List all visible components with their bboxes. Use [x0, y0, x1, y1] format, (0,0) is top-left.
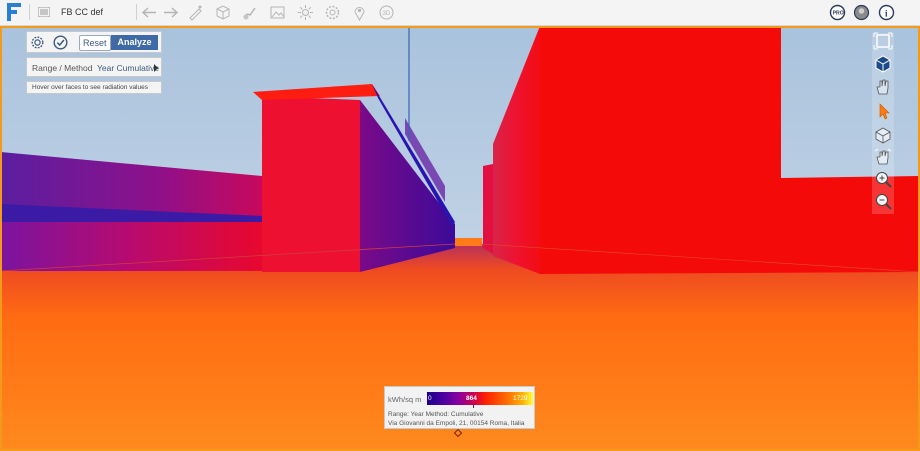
- range-method-selector[interactable]: Range / Method Year Cumulative: [26, 57, 162, 77]
- 3d-icon[interactable]: 3D: [378, 4, 395, 21]
- legend-address: Via Giovanni da Empoli, 21, 00154 Roma, …: [388, 420, 525, 427]
- zoom-out-icon[interactable]: [872, 192, 894, 212]
- paint-icon[interactable]: [241, 4, 258, 21]
- analyze-button[interactable]: Analyze: [111, 35, 158, 50]
- grab-hand-icon[interactable]: [872, 147, 894, 167]
- pro-label: PRO: [833, 11, 844, 17]
- sun-icon[interactable]: [297, 4, 314, 21]
- frame-icon[interactable]: [872, 31, 894, 51]
- legend-max-value: 1729: [513, 395, 528, 402]
- top-toolbar: FB CC def 3D PRO i: [0, 0, 920, 26]
- legend-mid-value: 864: [466, 395, 477, 402]
- pro-badge-icon[interactable]: PRO: [829, 4, 846, 21]
- box-icon[interactable]: [214, 4, 231, 21]
- legend-tick: [473, 405, 474, 408]
- pointer-icon[interactable]: [872, 101, 894, 121]
- project-title: FB CC def: [61, 7, 104, 17]
- info-icon[interactable]: i: [878, 4, 895, 21]
- app-logo-icon[interactable]: [7, 3, 21, 21]
- toolbar-divider: [29, 4, 30, 20]
- image-icon[interactable]: [269, 4, 286, 21]
- draw-icon[interactable]: [187, 4, 204, 21]
- pan-hand-icon[interactable]: [872, 77, 894, 97]
- chevron-right-icon[interactable]: [154, 64, 158, 72]
- zoom-in-icon[interactable]: [872, 170, 894, 190]
- range-method-value[interactable]: Year Cumulative: [97, 63, 159, 73]
- user-avatar-icon[interactable]: [853, 4, 870, 21]
- menu-icon[interactable]: [38, 7, 50, 17]
- legend-collapse-handle-icon[interactable]: [454, 429, 462, 437]
- settings-icon[interactable]: [324, 4, 341, 21]
- reset-button[interactable]: Reset: [79, 35, 111, 51]
- legend-unit: kWh/sq m: [388, 395, 422, 404]
- orbit-icon[interactable]: [872, 125, 894, 145]
- forward-arrow-icon[interactable]: [162, 4, 179, 21]
- gear-icon[interactable]: [30, 35, 45, 50]
- toolbar-divider: [136, 4, 137, 20]
- radiation-legend: kWh/sq m 0 864 1729 Range: Year Method: …: [384, 386, 535, 429]
- check-circle-icon[interactable]: [53, 35, 68, 50]
- location-pin-icon[interactable]: [351, 4, 368, 22]
- svg-text:3D: 3D: [383, 11, 391, 17]
- range-method-label: Range / Method: [32, 63, 93, 73]
- hover-hint: Hover over faces to see radiation values: [26, 81, 162, 94]
- legend-min-value: 0: [428, 395, 432, 402]
- legend-range-method: Range: Year Method: Cumulative: [388, 411, 484, 418]
- analysis-toolbar: Reset Analyze: [26, 31, 162, 53]
- cube-icon[interactable]: [872, 54, 894, 74]
- back-arrow-icon[interactable]: [141, 4, 158, 21]
